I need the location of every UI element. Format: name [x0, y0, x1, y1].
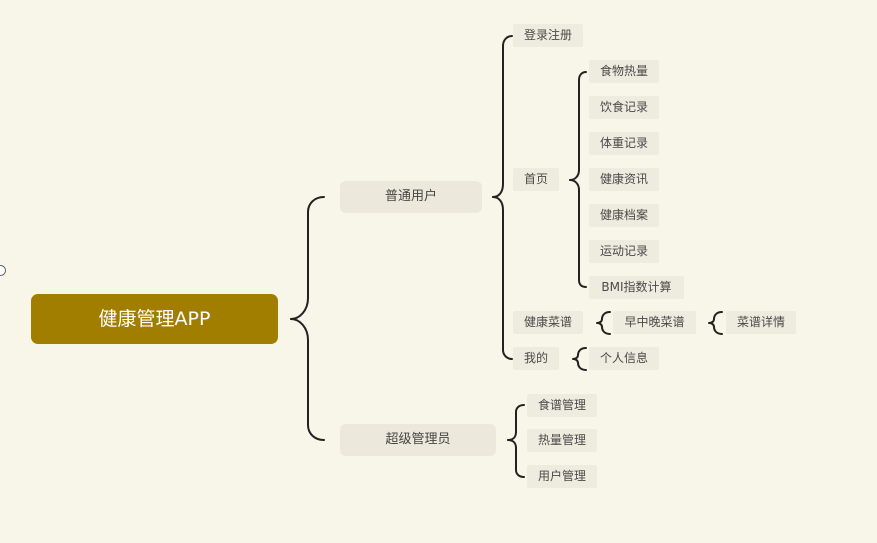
user-brace-lower	[492, 196, 513, 360]
root-node[interactable]: 健康管理APP	[31, 294, 278, 344]
recipe-brace	[596, 311, 611, 335]
root-brace-lower	[290, 318, 325, 441]
home-brace-lower	[569, 179, 587, 288]
node-food-calories[interactable]: 食物热量	[589, 60, 659, 83]
home-brace-upper	[569, 71, 587, 181]
node-health-profile[interactable]: 健康档案	[589, 204, 659, 227]
meal-recipe-brace	[708, 311, 723, 335]
root-brace	[290, 196, 325, 320]
connector-lines	[290, 35, 723, 478]
node-exercise-log[interactable]: 运动记录	[589, 240, 659, 263]
node-diet-log[interactable]: 饮食记录	[589, 96, 659, 119]
node-recipe-detail[interactable]: 菜谱详情	[726, 311, 796, 334]
node-login-register[interactable]: 登录注册	[513, 24, 583, 47]
node-bmi-calc[interactable]: BMI指数计算	[589, 276, 684, 299]
node-personal-info[interactable]: 个人信息	[589, 347, 659, 370]
node-calorie-admin[interactable]: 热量管理	[527, 429, 597, 452]
node-user-admin[interactable]: 用户管理	[527, 465, 597, 488]
node-home[interactable]: 首页	[513, 168, 559, 191]
node-weight-log[interactable]: 体重记录	[589, 132, 659, 155]
node-health-recipes[interactable]: 健康菜谱	[513, 311, 583, 334]
node-health-news[interactable]: 健康资讯	[589, 168, 659, 191]
node-regular-user[interactable]: 普通用户	[340, 181, 482, 213]
node-meal-recipes[interactable]: 早中晚菜谱	[613, 311, 696, 334]
admin-brace-upper	[507, 404, 525, 441]
user-brace-upper	[492, 35, 513, 198]
mind-map-canvas: 健康管理APP 普通用户 超级管理员 登录注册 首页 健康菜谱 我的 食物热量 …	[0, 0, 877, 543]
admin-brace-lower	[507, 439, 525, 478]
mine-brace	[572, 347, 587, 371]
node-mine[interactable]: 我的	[513, 347, 559, 370]
node-super-admin[interactable]: 超级管理员	[340, 424, 496, 456]
node-recipe-admin[interactable]: 食谱管理	[527, 394, 597, 417]
